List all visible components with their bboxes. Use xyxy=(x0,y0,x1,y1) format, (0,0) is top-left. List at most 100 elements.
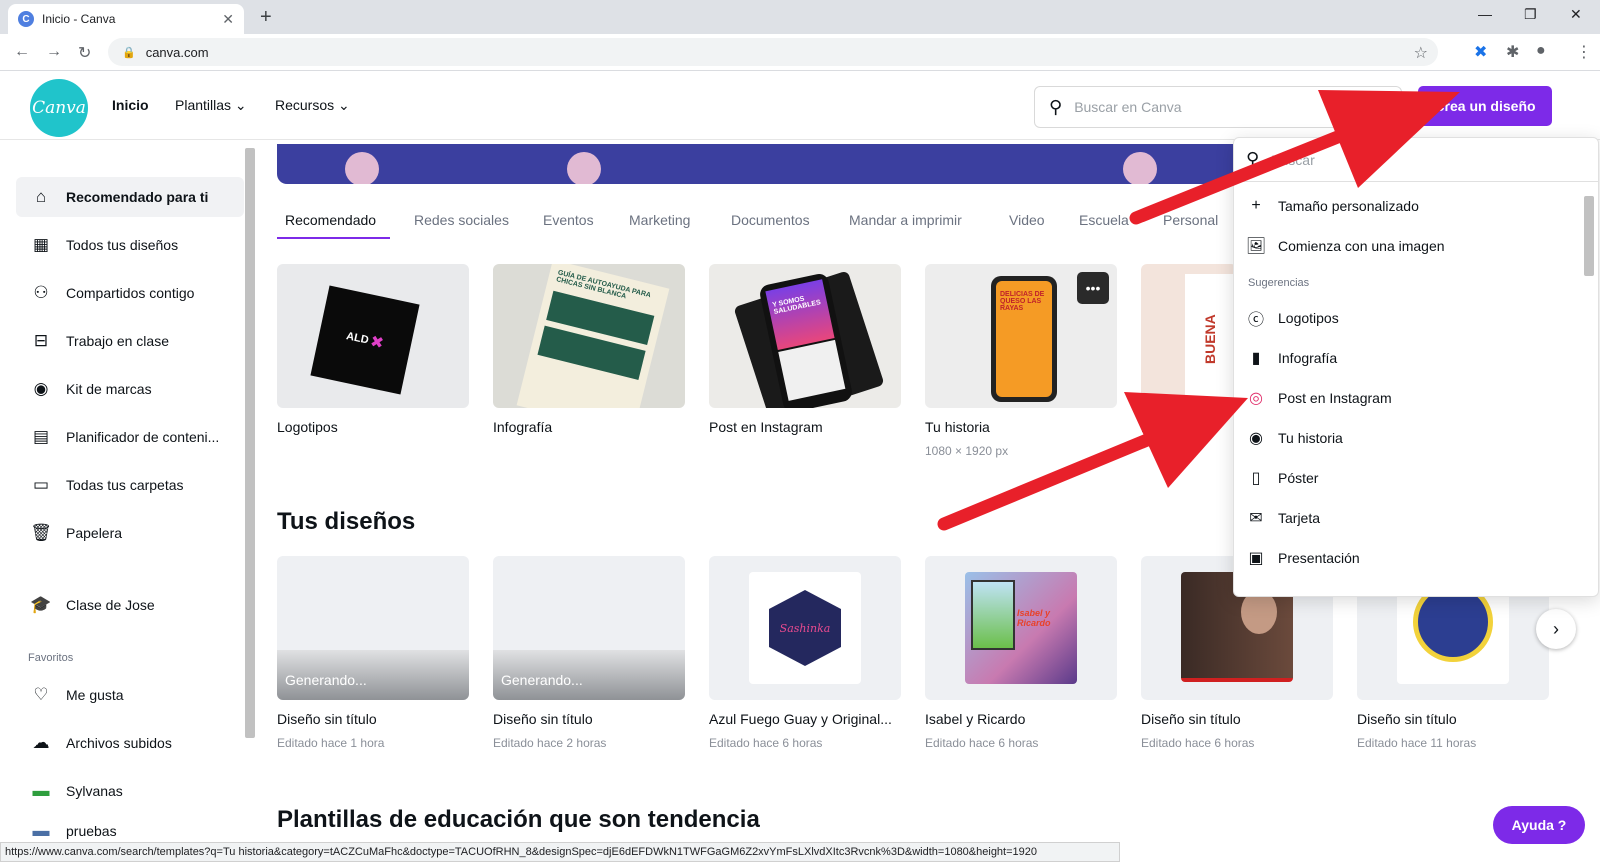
dropdown-item-label: Presentación xyxy=(1278,550,1360,566)
canva-logo[interactable]: Canva xyxy=(30,79,88,137)
flower-decoration xyxy=(567,152,601,184)
category-tabs: Recomendado Redes sociales Eventos Marke… xyxy=(277,204,1237,240)
tab-mandar-imprimir[interactable]: Mandar a imprimir xyxy=(849,212,962,228)
create-design-button[interactable]: Crea un diseño xyxy=(1418,86,1552,126)
template-card-poster[interactable]: BUENA xyxy=(1141,264,1237,408)
folder-thumb-icon: ▬ xyxy=(32,821,50,840)
sidebar-item-compartidos[interactable]: ⚇ Compartidos contigo xyxy=(16,273,244,313)
chrome-menu-icon[interactable]: ⋮ xyxy=(1576,42,1592,62)
extension-x-icon[interactable]: ✖ xyxy=(1474,42,1487,62)
template-label: Tu historia xyxy=(925,419,990,435)
template-card-post-instagram[interactable]: Y SOMOS SALUDABLES xyxy=(709,264,901,408)
help-button[interactable]: Ayuda ? xyxy=(1493,806,1585,844)
profile-icon[interactable]: ● xyxy=(1536,42,1546,60)
sidebar-item-planificador[interactable]: ▤ Planificador de conteni... xyxy=(16,417,244,457)
sidebar-item-clase-jose[interactable]: 🎓 Clase de Jose xyxy=(16,585,244,625)
dropdown-item-presentacion[interactable]: ▣ Presentación xyxy=(1244,540,1574,576)
dropdown-item-poster[interactable]: ▯ Póster xyxy=(1244,460,1574,496)
design-card[interactable]: Generando... xyxy=(493,556,685,700)
nav-inicio[interactable]: Inicio xyxy=(112,97,149,113)
users-icon: ⚇ xyxy=(33,283,49,302)
dropdown-item-post-instagram[interactable]: ◎ Post en Instagram xyxy=(1244,380,1574,416)
address-bar: ← → ↻ 🔒 canva.com ☆ ✖ ✱ ● ⋮ xyxy=(0,34,1600,71)
tab-redes-sociales[interactable]: Redes sociales xyxy=(414,212,509,228)
template-card-infografia[interactable]: GUÍA DE AUTOAYUDA PARA CHICAS SIN BLANCA xyxy=(493,264,685,408)
dropdown-item-label: Tamaño personalizado xyxy=(1278,198,1419,214)
design-card[interactable]: Isabel y Ricardo xyxy=(925,556,1117,700)
tab-recomendado[interactable]: Recomendado xyxy=(285,212,376,228)
sidebar-item-label: pruebas xyxy=(66,823,117,839)
sidebar-scrollbar[interactable] xyxy=(245,148,255,738)
generating-overlay: Generando... xyxy=(277,650,469,700)
sidebar-item-papelera[interactable]: 🗑 Papelera xyxy=(16,513,244,553)
design-label: Azul Fuego Guay y Original... xyxy=(709,711,892,727)
trash-icon: 🗑 xyxy=(30,523,52,542)
tab-documentos[interactable]: Documentos xyxy=(731,212,810,228)
browser-tab[interactable]: C Inicio - Canva ✕ xyxy=(8,4,244,34)
url-field[interactable]: 🔒 canva.com ☆ xyxy=(108,38,1438,66)
sidebar-item-me-gusta[interactable]: ♡ Me gusta xyxy=(16,675,244,715)
dropdown-item-start-image[interactable]: 🖼 Comienza con una imagen xyxy=(1244,228,1574,264)
tab-personal[interactable]: Personal xyxy=(1163,212,1218,228)
favorites-heading: Favoritos xyxy=(28,652,74,664)
sidebar-item-label: Todas tus carpetas xyxy=(66,477,184,493)
infographic-thumb: GUÍA DE AUTOAYUDA PARA CHICAS SIN BLANCA xyxy=(516,264,670,408)
nav-plantillas[interactable]: Plantillas ⌄ xyxy=(175,97,247,114)
tab-escuela[interactable]: Escuela xyxy=(1079,212,1129,228)
logo-thumb: ALD ✖ xyxy=(310,285,420,395)
lock-icon: 🔒 xyxy=(122,46,136,59)
sidebar-item-trabajo-clase[interactable]: ⊟ Trabajo en clase xyxy=(16,321,244,361)
design-edited: Editado hace 1 hora xyxy=(277,736,385,750)
template-card-tu-historia[interactable]: DELICIAS DE QUESO LAS RAYAS ••• xyxy=(925,264,1117,408)
dropdown-item-label: Infografía xyxy=(1278,350,1338,366)
tab-video[interactable]: Video xyxy=(1009,212,1045,228)
designs-heading: Tus diseños xyxy=(277,508,416,535)
sidebar-item-sylvanas[interactable]: ▬ Sylvanas xyxy=(16,771,244,811)
generating-overlay: Generando... xyxy=(493,650,685,700)
sidebar-item-kit-marcas[interactable]: ◉ Kit de marcas xyxy=(16,369,244,409)
restore-icon[interactable]: ❐ xyxy=(1524,6,1537,23)
sidebar-item-label: Todos tus diseños xyxy=(66,237,179,253)
new-tab-icon[interactable]: + xyxy=(260,6,272,29)
canva-favicon-icon: C xyxy=(18,11,34,27)
dropdown-item-custom-size[interactable]: + Tamaño personalizado xyxy=(1244,188,1574,224)
reload-icon[interactable]: ↻ xyxy=(78,43,91,63)
search-icon: ⚲ xyxy=(1246,149,1260,169)
design-card[interactable]: Generando... xyxy=(277,556,469,700)
design-edited: Editado hace 11 horas xyxy=(1357,736,1477,750)
chevron-down-icon: ⌄ xyxy=(338,97,350,113)
dropdown-item-tu-historia[interactable]: ◉ Tu historia xyxy=(1244,420,1574,456)
home-icon: ⌂ xyxy=(35,187,47,206)
sidebar-item-carpetas[interactable]: ▭ Todas tus carpetas xyxy=(16,465,244,505)
template-card-logotipos[interactable]: ALD ✖ xyxy=(277,264,469,408)
back-icon[interactable]: ← xyxy=(14,43,30,61)
sidebar: ⌂ Recomendado para ti ▦ Todos tus diseños … xyxy=(0,141,256,841)
suggestions-heading: Sugerencias xyxy=(1248,277,1310,289)
sidebar-item-archivos[interactable]: ☁ Archivos subidos xyxy=(16,723,244,763)
dropdown-search-input[interactable]: ⚲ Buscar xyxy=(1234,138,1598,182)
dropdown-item-infografia[interactable]: ▮ Infografía xyxy=(1244,340,1574,376)
story-icon: ◉ xyxy=(1249,430,1263,447)
design-label: Diseño sin título xyxy=(1141,711,1241,727)
dropdown-scrollbar[interactable] xyxy=(1584,196,1594,276)
more-options-button[interactable]: ••• xyxy=(1077,272,1109,304)
forward-icon[interactable]: → xyxy=(46,43,62,61)
nav-recursos-label: Recursos xyxy=(275,97,335,113)
sidebar-item-label: Archivos subidos xyxy=(66,735,172,751)
sidebar-item-recomendado[interactable]: ⌂ Recomendado para ti xyxy=(16,177,244,217)
bookmark-star-icon[interactable]: ☆ xyxy=(1414,43,1428,63)
nav-recursos[interactable]: Recursos ⌄ xyxy=(275,97,350,114)
sidebar-item-todos-disenos[interactable]: ▦ Todos tus diseños xyxy=(16,225,244,265)
tab-marketing[interactable]: Marketing xyxy=(629,212,690,228)
dropdown-item-logotipos[interactable]: ⓒ Logotipos xyxy=(1244,300,1574,336)
window-close-icon[interactable]: ✕ xyxy=(1570,6,1582,23)
carousel-next-button[interactable]: › xyxy=(1536,609,1576,649)
template-label: Po xyxy=(1141,419,1159,435)
minimize-icon[interactable]: — xyxy=(1478,6,1492,22)
design-card[interactable]: Sashinka xyxy=(709,556,901,700)
dropdown-item-tarjeta[interactable]: ✉ Tarjeta xyxy=(1244,500,1574,536)
search-input[interactable]: ⚲ Buscar en Canva xyxy=(1034,86,1402,128)
extensions-puzzle-icon[interactable]: ✱ xyxy=(1506,42,1519,62)
tab-eventos[interactable]: Eventos xyxy=(543,212,594,228)
close-tab-icon[interactable]: ✕ xyxy=(222,11,234,28)
